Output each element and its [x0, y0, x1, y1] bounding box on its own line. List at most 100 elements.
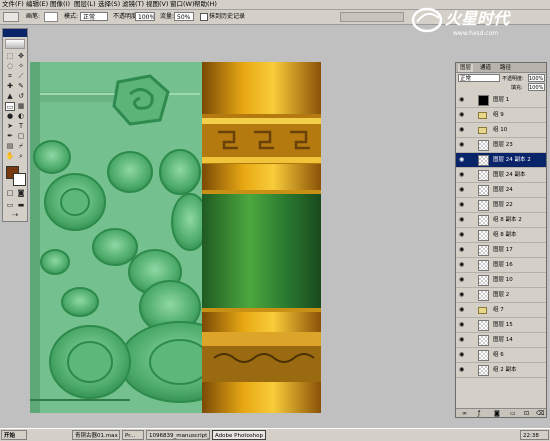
flow-field[interactable]: 50% [174, 12, 194, 21]
lasso-tool-icon[interactable]: ◌ [5, 62, 15, 71]
visibility-eye-icon[interactable]: ◉ [459, 112, 466, 118]
tab-layers[interactable]: 图层 [458, 64, 474, 72]
menu-window[interactable]: 窗口(W) [170, 0, 195, 9]
visibility-eye-icon[interactable]: ◉ [459, 262, 466, 268]
layer-row[interactable]: ◉ 图层 16 [456, 258, 546, 273]
taskbar-item-pr[interactable]: Pr... [122, 430, 144, 440]
layer-row[interactable]: ◉ 图层 22 [456, 198, 546, 213]
visibility-eye-icon[interactable]: ◉ [459, 232, 466, 238]
layer-group-row[interactable]: ◉ 组 9 [456, 108, 546, 123]
notes-tool-icon[interactable]: ▤ [5, 142, 15, 151]
panel-fill-field[interactable]: 100% [528, 83, 545, 91]
pen-tool-icon[interactable]: ✒ [5, 132, 15, 141]
path-select-tool-icon[interactable]: ➤ [5, 122, 15, 131]
hand-tool-icon[interactable]: ✋ [5, 152, 15, 161]
layer-row[interactable]: ◉ 组 2 副本 [456, 363, 546, 378]
crop-tool-icon[interactable]: ⌗ [5, 72, 15, 81]
menu-select[interactable]: 选择(S) [98, 0, 120, 9]
visibility-eye-icon[interactable]: ◉ [459, 187, 466, 193]
taskbar-item-max[interactable]: 青铜古器01.max ... [72, 430, 120, 440]
layer-row[interactable]: ◉ 图层 24 副本 2 [456, 153, 546, 168]
visibility-eye-icon[interactable]: ◉ [459, 172, 466, 178]
layer-style-icon[interactable]: ƒ [478, 410, 480, 417]
jump-to-imageready-icon[interactable]: ⇢ [10, 211, 20, 220]
mode-select[interactable]: 正常 [80, 12, 108, 21]
layer-row[interactable]: ◉ 组 8 副本 [456, 228, 546, 243]
menu-view[interactable]: 视图(V) [146, 0, 169, 9]
dodge-tool-icon[interactable]: ◐ [16, 112, 26, 121]
layer-row[interactable]: ◉ 图层 14 [456, 333, 546, 348]
history-checkbox[interactable] [200, 13, 208, 21]
brush-tool-icon[interactable]: ✎ [16, 82, 26, 91]
type-tool-icon[interactable]: T [16, 122, 26, 131]
visibility-eye-icon[interactable]: ◉ [459, 367, 466, 373]
visibility-eye-icon[interactable]: ◉ [459, 217, 466, 223]
visibility-eye-icon[interactable]: ◉ [459, 202, 466, 208]
menu-edit[interactable]: 编辑(E) [26, 0, 48, 9]
new-group-icon[interactable]: ▭ [510, 410, 516, 417]
layer-row[interactable]: ◉ 图层 17 [456, 243, 546, 258]
visibility-eye-icon[interactable]: ◉ [459, 337, 466, 343]
screen-mode-2-icon[interactable]: ▬ [16, 201, 26, 210]
trash-icon[interactable]: ⌫ [536, 410, 544, 417]
menu-image[interactable]: 图像(I) [50, 0, 70, 9]
layer-row[interactable]: ◉ 图层 23 [456, 138, 546, 153]
visibility-eye-icon[interactable]: ◉ [459, 97, 466, 103]
layer-row[interactable]: ◉ 图层 24 副本 [456, 168, 546, 183]
menu-file[interactable]: 文件(F) [2, 0, 24, 9]
visibility-eye-icon[interactable]: ◉ [459, 157, 466, 163]
tab-paths[interactable]: 路径 [498, 64, 513, 72]
taskbar-item-manuscript[interactable]: 1096839_manuscript_00... [146, 430, 210, 440]
marquee-tool-icon[interactable]: ⬚ [5, 52, 15, 61]
magic-wand-tool-icon[interactable]: ✧ [16, 62, 26, 71]
layer-group-row[interactable]: ◉ 组 7 [456, 303, 546, 318]
gradient-tool-icon[interactable]: ▦ [16, 102, 26, 111]
tab-channels[interactable]: 通道 [478, 64, 493, 72]
blend-mode-select[interactable]: 正常 [458, 74, 500, 82]
menu-help[interactable]: 帮助(H) [194, 0, 217, 9]
screen-mode-1-icon[interactable]: ▭ [5, 201, 15, 210]
opacity-field[interactable]: 100% [135, 12, 155, 21]
taskbar-item-photoshop[interactable]: Adobe Photoshop [212, 430, 266, 440]
blur-tool-icon[interactable]: ● [5, 112, 15, 121]
standard-mode-icon[interactable]: □ [5, 189, 15, 198]
palette-well[interactable] [340, 12, 404, 22]
link-icon[interactable]: ∞ [462, 410, 467, 417]
visibility-eye-icon[interactable]: ◉ [459, 277, 466, 283]
move-tool-icon[interactable]: ✥ [16, 52, 26, 61]
start-button[interactable]: 开始 [1, 430, 27, 440]
layer-row[interactable]: ◉ 图层 15 [456, 318, 546, 333]
brush-picker[interactable] [44, 12, 58, 22]
history-brush-tool-icon[interactable]: ↺ [16, 92, 26, 101]
layer-group-row[interactable]: ◉ 组 10 [456, 123, 546, 138]
layer-row[interactable]: ◉ 图层 24 [456, 183, 546, 198]
shape-tool-icon[interactable]: ▢ [16, 132, 26, 141]
layer-row[interactable]: ◉ 组 8 副本 2 [456, 213, 546, 228]
tool-preset-button[interactable] [3, 12, 19, 22]
background-color-swatch[interactable] [13, 173, 26, 186]
layer-row[interactable]: ◉ 图层 2 [456, 288, 546, 303]
eyedropper-tool-icon[interactable]: ⌿ [16, 142, 26, 151]
imageready-button[interactable] [5, 39, 25, 49]
slice-tool-icon[interactable]: ⟋ [16, 72, 26, 81]
stamp-tool-icon[interactable]: ▲ [5, 92, 15, 101]
visibility-eye-icon[interactable]: ◉ [459, 127, 466, 133]
eraser-tool-icon[interactable]: ▭ [5, 102, 15, 111]
quick-mask-icon[interactable]: ◙ [16, 189, 26, 198]
visibility-eye-icon[interactable]: ◉ [459, 142, 466, 148]
layer-row[interactable]: ◉ 组 6 [456, 348, 546, 363]
menu-filter[interactable]: 滤镜(T) [122, 0, 144, 9]
zoom-tool-icon[interactable]: ⌕ [16, 152, 26, 161]
layer-row[interactable]: ◉ 图层 1 [456, 93, 546, 108]
document-canvas[interactable] [30, 62, 321, 413]
visibility-eye-icon[interactable]: ◉ [459, 352, 466, 358]
tools-title-bar[interactable] [3, 29, 27, 37]
visibility-eye-icon[interactable]: ◉ [459, 292, 466, 298]
menu-layer[interactable]: 图层(L) [74, 0, 96, 9]
visibility-eye-icon[interactable]: ◉ [459, 247, 466, 253]
layer-row[interactable]: ◉ 图层 10 [456, 273, 546, 288]
visibility-eye-icon[interactable]: ◉ [459, 322, 466, 328]
visibility-eye-icon[interactable]: ◉ [459, 307, 466, 313]
healing-brush-tool-icon[interactable]: ✚ [5, 82, 15, 91]
panel-opacity-field[interactable]: 100% [528, 74, 545, 82]
